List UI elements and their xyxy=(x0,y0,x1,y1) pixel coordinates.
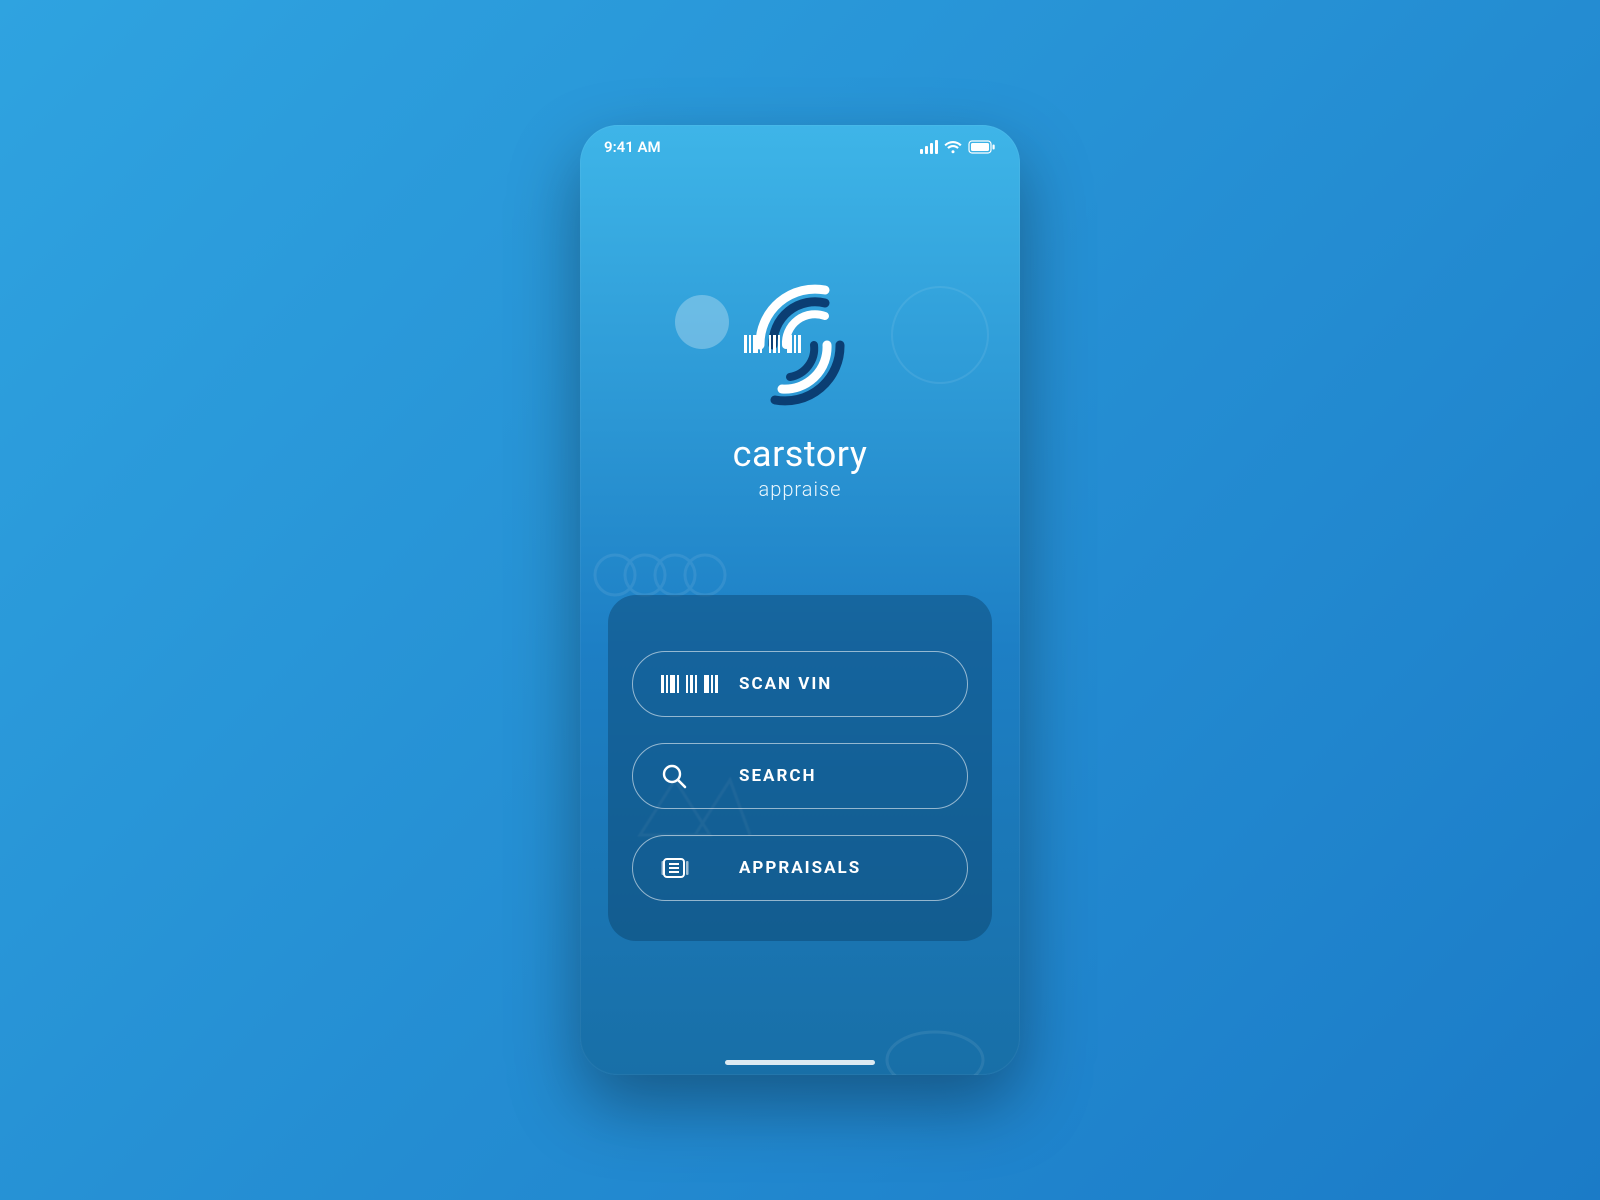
wifi-icon xyxy=(944,140,962,154)
battery-icon xyxy=(968,140,996,154)
app-logo-icon xyxy=(730,275,870,415)
barcode-icon xyxy=(661,675,707,693)
accent-orb xyxy=(675,295,729,349)
barcode-icon xyxy=(744,335,801,353)
document-icon xyxy=(661,856,707,880)
status-indicators xyxy=(920,140,996,154)
status-bar: 9:41 AM xyxy=(580,125,1020,169)
search-button[interactable]: SEARCH xyxy=(632,743,968,809)
status-time: 9:41 AM xyxy=(604,138,661,156)
action-panel: SCAN VIN SEARCH APPRAISALS xyxy=(608,595,992,941)
brand-name: carstory xyxy=(733,433,868,475)
search-icon xyxy=(661,763,707,789)
appraisals-label: APPRAISALS xyxy=(733,858,939,878)
search-label: SEARCH xyxy=(733,766,939,786)
brand-subtitle: appraise xyxy=(759,477,842,501)
cellular-signal-icon xyxy=(920,140,938,154)
appraisals-button[interactable]: APPRAISALS xyxy=(632,835,968,901)
logo-area: carstory appraise xyxy=(580,275,1020,501)
home-indicator[interactable] xyxy=(725,1060,875,1065)
scan-vin-label: SCAN VIN xyxy=(733,674,939,694)
scan-vin-button[interactable]: SCAN VIN xyxy=(632,651,968,717)
phone-frame: 9:41 AM xyxy=(580,125,1020,1075)
